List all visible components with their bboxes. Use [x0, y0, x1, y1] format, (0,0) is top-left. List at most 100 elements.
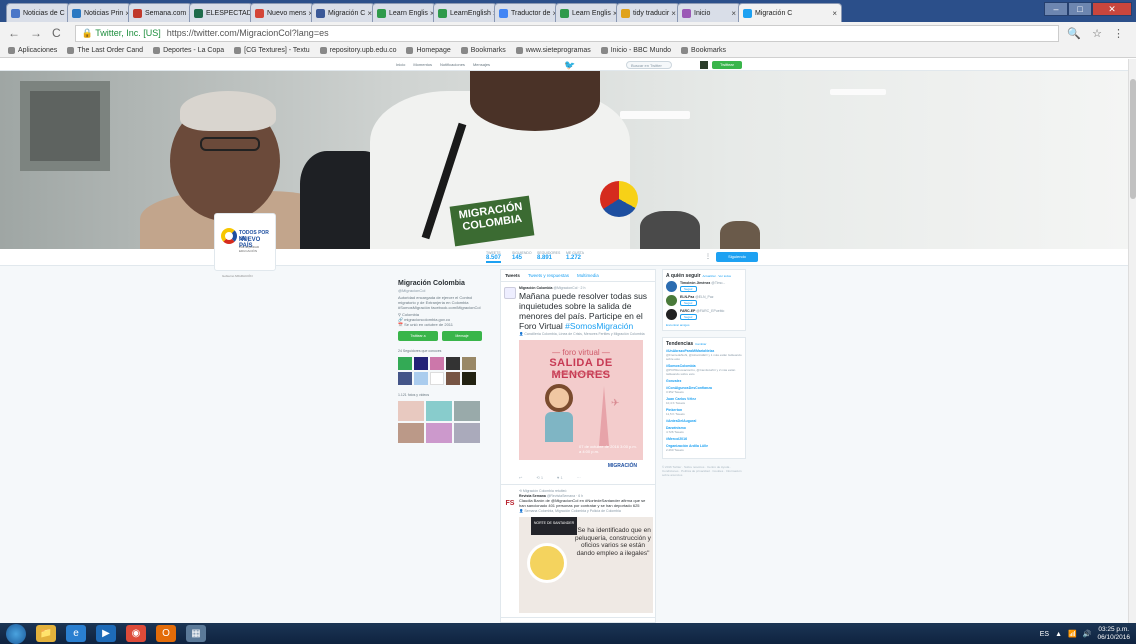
- bookmark-item[interactable]: Bookmarks: [460, 47, 506, 54]
- tab-close-icon[interactable]: ×: [669, 9, 676, 18]
- suggested-avatar[interactable]: [666, 295, 677, 306]
- calc-taskbar-icon[interactable]: ▦: [186, 625, 206, 642]
- omnibox-icons[interactable]: 🔍 ☆ ⋮: [1067, 27, 1128, 40]
- close-window-button[interactable]: ✕: [1092, 2, 1132, 16]
- twitter-nav-item[interactable]: Momentos: [413, 62, 432, 67]
- bookmark-item[interactable]: The Last Order Cand: [67, 47, 143, 54]
- tweet[interactable]: ⟲ Migración Colombia retuiteó FS Revista…: [501, 485, 655, 618]
- reload-button[interactable]: C: [52, 26, 61, 40]
- forward-button[interactable]: →: [30, 26, 42, 40]
- twitter-search-input[interactable]: Buscar en Twitter: [626, 61, 672, 69]
- tweet-image[interactable]: NORTE DE SANTANDER "Se ha identificado q…: [519, 517, 653, 613]
- follower-thumb[interactable]: [398, 357, 412, 370]
- who-to-follow-links[interactable]: Actualizar · Ver todos: [703, 274, 732, 278]
- tweet-author[interactable]: Migración Colombia: [519, 286, 552, 290]
- browser-tab[interactable]: Noticias Prin×: [67, 3, 131, 22]
- timeline-tab[interactable]: Multimedia: [577, 273, 599, 278]
- tweet-action-icon[interactable]: ⟲ 1: [536, 475, 543, 480]
- browser-tab[interactable]: Learn Englis×: [372, 3, 436, 22]
- profile-name[interactable]: Migración Colombia: [398, 279, 482, 288]
- browser-tab[interactable]: tidy traducir ×: [616, 3, 680, 22]
- media-thumb[interactable]: [398, 423, 424, 443]
- follower-thumb[interactable]: [414, 372, 428, 385]
- following-button[interactable]: Siguiendo: [716, 252, 758, 262]
- trend-item[interactable]: Juan Carlos Vélez 10,4 K Tweets: [666, 397, 742, 405]
- clock[interactable]: 03:25 p.m. 06/10/2016: [1097, 626, 1130, 642]
- tweet-avatar[interactable]: [504, 287, 516, 299]
- media-thumb[interactable]: [426, 401, 452, 421]
- office-taskbar-icon[interactable]: O: [156, 625, 176, 642]
- browser-tab[interactable]: Traductor de×: [494, 3, 558, 22]
- tab-close-icon[interactable]: ×: [729, 9, 736, 18]
- followers-you-know-link[interactable]: 24 Seguidores que conoces: [398, 349, 482, 354]
- trend-item[interactable]: Gonzalez: [666, 379, 742, 383]
- suggested-name[interactable]: Timoleón Jiménez @Timo...: [680, 281, 725, 285]
- trend-item[interactable]: #Mercol2016: [666, 437, 742, 441]
- bookmark-item[interactable]: Inicio - BBC Mundo: [600, 47, 671, 54]
- tweet-button[interactable]: Twittear: [712, 61, 742, 69]
- tweet-action-icon[interactable]: ···: [577, 475, 581, 480]
- photos-videos-link[interactable]: 1.121 fotos y videos: [398, 393, 482, 398]
- chrome-taskbar-icon[interactable]: ◉: [126, 625, 146, 642]
- message-button[interactable]: Mensaje: [442, 331, 482, 341]
- media-thumb[interactable]: [454, 401, 480, 421]
- twitter-nav-item[interactable]: Mensajes: [473, 62, 490, 67]
- trend-item[interactable]: Organización Ardila Lülle 2.260 Tweets: [666, 444, 742, 452]
- follower-thumb[interactable]: [430, 372, 444, 385]
- tweet-hashtag[interactable]: #SomosMigración: [565, 321, 633, 331]
- address-bar[interactable]: 🔒 Twitter, Inc. [US] https://twitter.com…: [74, 24, 1060, 42]
- follower-thumb[interactable]: [430, 357, 444, 370]
- trend-item[interactable]: Pinkerton 11,5 K Tweets: [666, 408, 742, 416]
- follower-thumb[interactable]: [446, 372, 460, 385]
- suggested-name[interactable]: FARC-EP @FARC_EPueblo: [680, 309, 724, 313]
- follower-thumb[interactable]: [462, 357, 476, 370]
- bookmark-item[interactable]: Bookmarks: [681, 47, 726, 54]
- profile-stat[interactable]: Siguiendo 145: [512, 251, 532, 261]
- timeline-tab[interactable]: Tweets y respuestas: [528, 273, 569, 278]
- ie-taskbar-icon[interactable]: e: [66, 625, 86, 642]
- trend-item[interactable]: #SomosColombia @PCPRenovacionCu, @Camilot…: [666, 364, 742, 376]
- minimize-button[interactable]: –: [1044, 2, 1068, 16]
- tray-arrow-icon[interactable]: ▲: [1055, 631, 1062, 638]
- bookmark-item[interactable]: Homepage: [406, 47, 451, 54]
- bookmark-item[interactable]: www.sieteprogramas: [515, 47, 591, 54]
- browser-tab[interactable]: LearnEnglish×: [433, 3, 497, 22]
- profile-avatar[interactable]: TODOS POR UN NUEVO PAÍS PAZ EQUIDAD EDUC…: [214, 213, 276, 271]
- scrollbar-thumb[interactable]: [1130, 79, 1136, 199]
- bookmark-item[interactable]: repository.upb.edu.co: [319, 47, 396, 54]
- volume-icon[interactable]: 🔊: [1083, 630, 1092, 638]
- bookmark-item[interactable]: [CG Textures] - Textu: [234, 47, 310, 54]
- tweet-mentions[interactable]: 👤 Semana Colombia, Migración Colombia y …: [519, 509, 651, 513]
- suggested-avatar[interactable]: [666, 281, 677, 292]
- trend-item[interactable]: #ConAlgunosDesConfianza 3.352 Tweets: [666, 386, 742, 394]
- suggested-name[interactable]: ELN-Paz @ELN_Paz: [680, 295, 714, 299]
- follower-thumb[interactable]: [414, 357, 428, 370]
- tab-close-icon[interactable]: ×: [830, 9, 837, 18]
- tweet[interactable]: Migración Colombia @MigracionCol · 2 h M…: [501, 282, 655, 485]
- trend-item[interactable]: #AntesDelAugural: [666, 419, 742, 423]
- explorer-taskbar-icon[interactable]: 📁: [36, 625, 56, 642]
- tweet-mentions[interactable]: 👤 Cancillería Colombia, Línea de Crisis,…: [519, 332, 651, 336]
- browser-tab[interactable]: Learn Englis×: [555, 3, 619, 22]
- tweet-avatar[interactable]: FS: [504, 498, 516, 510]
- profile-stat[interactable]: Tweets 8.507: [486, 251, 502, 263]
- back-button[interactable]: ←: [8, 26, 20, 40]
- twitter-nav-item[interactable]: Inicio: [396, 62, 405, 67]
- bookmark-item[interactable]: Aplicaciones: [8, 47, 57, 54]
- browser-tab[interactable]: ELESPECTAD×: [189, 3, 253, 22]
- follower-thumb[interactable]: [462, 372, 476, 385]
- media-thumb[interactable]: [426, 423, 452, 443]
- tweet-action-icon[interactable]: ↩: [519, 475, 522, 480]
- follow-button[interactable]: Seguir: [680, 314, 697, 320]
- twitter-nav-item[interactable]: Notificaciones: [440, 62, 465, 67]
- profile-stat[interactable]: Seguidores 8.891: [537, 251, 560, 261]
- trend-item[interactable]: #UnAbrazoParaMiMariaNelza @FrentedeNohi, …: [666, 349, 742, 361]
- trend-item[interactable]: Darwinismo 4.726 Tweets: [666, 426, 742, 434]
- tweet-image[interactable]: — foro virtual — SALIDA DE MENORES Seman…: [519, 340, 643, 472]
- profile-stat[interactable]: Me gusta 1.272: [566, 251, 584, 261]
- network-icon[interactable]: 📶: [1068, 630, 1077, 638]
- media-thumb[interactable]: [398, 401, 424, 421]
- tweet-to-button[interactable]: Twittear a: [398, 331, 438, 341]
- more-options-icon[interactable]: ⋮: [705, 253, 711, 260]
- page-scrollbar[interactable]: [1128, 59, 1136, 623]
